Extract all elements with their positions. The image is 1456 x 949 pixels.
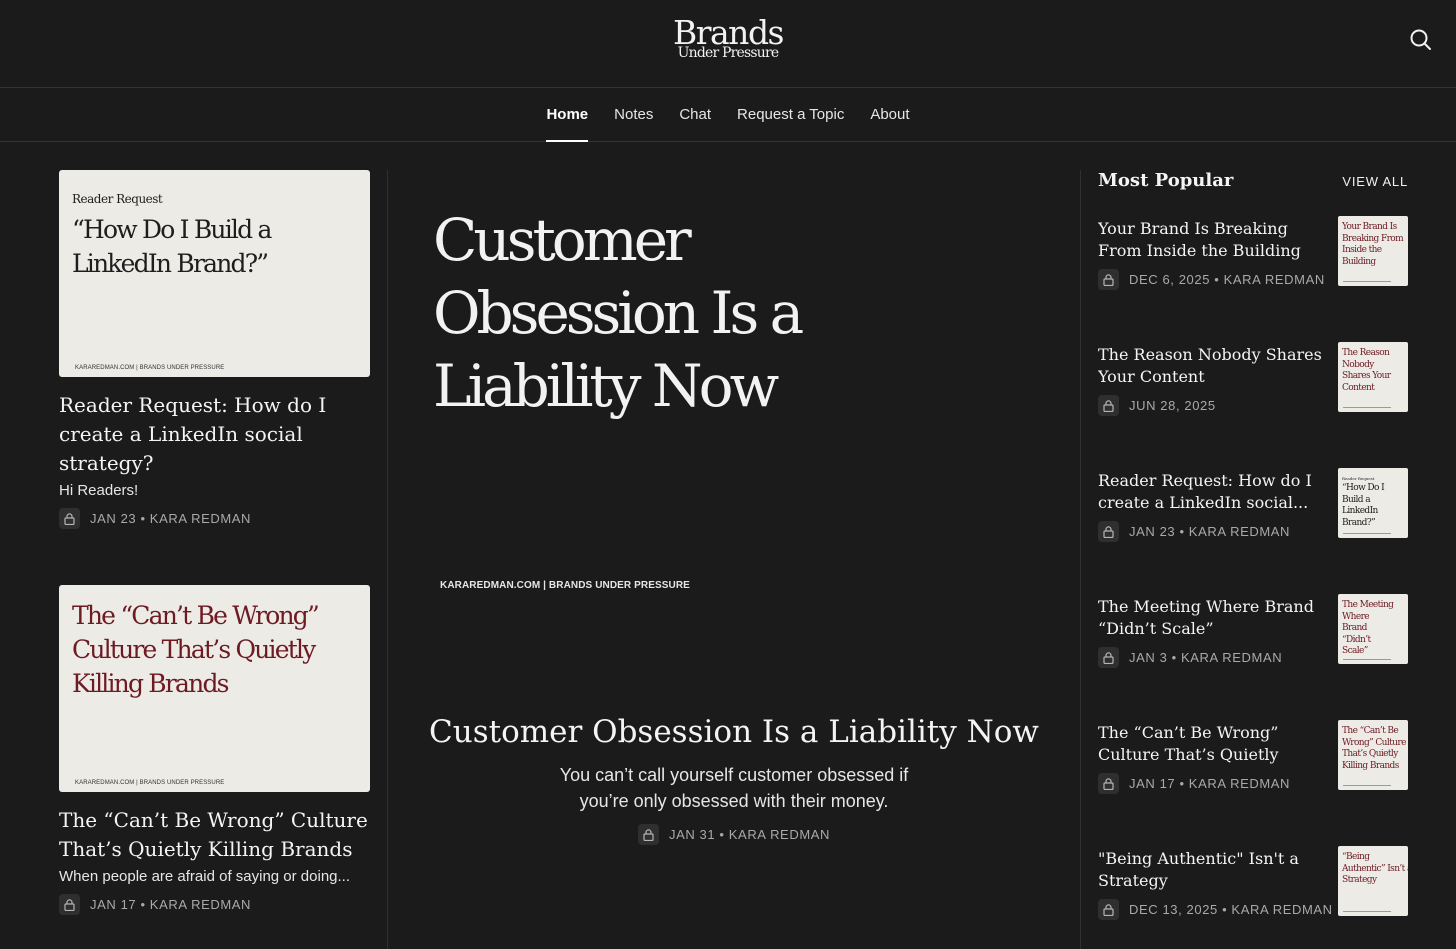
- popular-item-thumbnail: The Reason Nobody Shares Your Content: [1338, 342, 1408, 412]
- thumbnail-title: “How Do I Build a LinkedIn Brand?”: [72, 215, 272, 278]
- popular-item-title: The “Can’t Be Wrong” Culture That’s Quie…: [1098, 723, 1279, 764]
- featured-image-title[interactable]: Customer Obsession Is a Liability Now: [433, 204, 853, 423]
- featured-meta: JAN 31 • KARA REDMAN: [388, 824, 1080, 845]
- featured-post: Customer Obsession Is a Liability Now KA…: [388, 170, 1080, 949]
- main-nav: Home Notes Chat Request a Topic About: [0, 89, 1456, 142]
- nav-home[interactable]: Home: [533, 89, 601, 142]
- thumbnail-footer-line: [1343, 407, 1391, 408]
- popular-item-thumbnail: Reader Request “How Do I Build a LinkedI…: [1338, 468, 1408, 538]
- left-post-column: Reader Request “How Do I Build a LinkedI…: [59, 170, 370, 915]
- most-popular-heading: Most Popular: [1098, 170, 1234, 191]
- view-all-link[interactable]: VIEW ALL: [1342, 174, 1408, 189]
- post-meta-text: JAN 17 • KARA REDMAN: [90, 897, 252, 912]
- thumbnail-title: The “Can’t Be Wrong” Culture That’s Quie…: [1342, 726, 1406, 771]
- popular-item-meta: JAN 17 • KARA REDMAN: [1098, 773, 1290, 794]
- thumbnail-footer: KARAREDMAN.COM | BRANDS UNDER PRESSURE: [75, 780, 225, 786]
- popular-item[interactable]: "Being Authentic" Isn't a Strategy DEC 1…: [1098, 846, 1408, 920]
- site-logo[interactable]: Brands Under Pressure: [0, 16, 1456, 61]
- popular-item-meta: DEC 13, 2025 • KARA REDMAN: [1098, 899, 1333, 920]
- thumbnail-footer-line: [1343, 911, 1391, 912]
- thumbnail-kicker: Reader Request: [72, 192, 163, 206]
- post-subtitle: Hi Readers!: [59, 482, 139, 499]
- post-card: Reader Request “How Do I Build a LinkedI…: [59, 170, 370, 529]
- popular-item-meta-text: JAN 3 • KARA REDMAN: [1129, 650, 1283, 665]
- popular-item-thumbnail: “Being Authentic” Isn’t a Strategy: [1338, 846, 1408, 916]
- thumbnail-title: “How Do I Build a LinkedIn Brand?”: [1342, 483, 1385, 528]
- nav-about[interactable]: About: [857, 89, 922, 142]
- thumbnail-title: “Being Authentic” Isn’t a Strategy: [1342, 852, 1408, 885]
- thumbnail-footer: KARAREDMAN.COM | BRANDS UNDER PRESSURE: [75, 365, 225, 371]
- most-popular-section: Most Popular VIEW ALL Your Brand Is Brea…: [1098, 170, 1408, 920]
- thumbnail-title: Your Brand Is Breaking From Inside the B…: [1342, 222, 1404, 267]
- search-button[interactable]: [1408, 27, 1434, 53]
- post-thumbnail[interactable]: Reader Request “How Do I Build a LinkedI…: [59, 170, 370, 377]
- popular-item-thumbnail: The “Can’t Be Wrong” Culture That’s Quie…: [1338, 720, 1408, 790]
- featured-image-footer: KARAREDMAN.COM | BRANDS UNDER PRESSURE: [440, 580, 690, 591]
- post-subtitle: When people are afraid of saying or doin…: [59, 868, 351, 885]
- popular-item[interactable]: Reader Request: How do I create a Linked…: [1098, 468, 1408, 542]
- post-thumbnail[interactable]: The “Can’t Be Wrong” Culture That’s Quie…: [59, 585, 370, 792]
- thumbnail-footer-line: [1343, 659, 1391, 660]
- nav-notes[interactable]: Notes: [601, 89, 666, 142]
- popular-item[interactable]: The “Can’t Be Wrong” Culture That’s Quie…: [1098, 720, 1408, 794]
- popular-item-meta: JUN 28, 2025: [1098, 395, 1216, 416]
- popular-item-meta: JAN 3 • KARA REDMAN: [1098, 647, 1282, 668]
- popular-item-title: Reader Request: How do I create a Linked…: [1098, 471, 1312, 512]
- thumbnail-footer-line: [1343, 533, 1391, 534]
- popular-item-meta: JAN 23 • KARA REDMAN: [1098, 521, 1290, 542]
- popular-item-title: "Being Authentic" Isn't a Strategy: [1098, 849, 1299, 890]
- lock-icon: [637, 824, 659, 845]
- popular-item-meta: DEC 6, 2025 • KARA REDMAN: [1098, 269, 1325, 290]
- post-meta: JAN 23 • KARA REDMAN: [59, 508, 370, 529]
- thumbnail-title: The “Can’t Be Wrong” Culture That’s Quie…: [72, 601, 320, 698]
- lock-icon: [1098, 773, 1119, 794]
- post-meta: JAN 17 • KARA REDMAN: [59, 894, 370, 915]
- lock-icon: [1098, 521, 1119, 542]
- site-header: Brands Under Pressure: [0, 0, 1456, 88]
- featured-meta-text: JAN 31 • KARA REDMAN: [668, 827, 831, 842]
- featured-title[interactable]: Customer Obsession Is a Liability Now: [388, 710, 1080, 754]
- lock-icon: [1098, 269, 1119, 290]
- nav-request-a-topic[interactable]: Request a Topic: [724, 89, 857, 142]
- lock-icon: [59, 508, 80, 529]
- popular-item-thumbnail: Your Brand Is Breaking From Inside the B…: [1338, 216, 1408, 286]
- popular-item-meta-text: DEC 13, 2025 • KARA REDMAN: [1129, 902, 1333, 917]
- logo-sub-text: Under Pressure: [677, 45, 780, 61]
- popular-item-title: The Meeting Where Brand “Didn’t Scale”: [1098, 597, 1314, 638]
- lock-icon: [59, 894, 80, 915]
- popular-item-meta-text: JAN 17 • KARA REDMAN: [1129, 776, 1291, 791]
- popular-item-meta-text: JAN 23 • KARA REDMAN: [1129, 524, 1291, 539]
- popular-item-meta-text: JUN 28, 2025: [1129, 398, 1216, 413]
- post-meta-text: JAN 23 • KARA REDMAN: [90, 511, 252, 526]
- column-divider-right: [1080, 170, 1081, 949]
- search-icon: [1410, 29, 1431, 50]
- thumbnail-footer-line: [1343, 281, 1391, 282]
- nav-chat[interactable]: Chat: [666, 89, 724, 142]
- featured-subtitle: You can’t call yourself customer obsesse…: [559, 765, 909, 811]
- popular-item-thumbnail: The Meeting Where Brand “Didn’t Scale”: [1338, 594, 1408, 664]
- thumbnail-footer-line: [1343, 785, 1391, 786]
- thumbnail-title: The Reason Nobody Shares Your Content: [1342, 348, 1391, 393]
- popular-item-title: Your Brand Is Breaking From Inside the B…: [1098, 219, 1301, 260]
- most-popular-header: Most Popular VIEW ALL: [1098, 170, 1408, 196]
- popular-item[interactable]: The Reason Nobody Shares Your Content JU…: [1098, 342, 1408, 416]
- popular-item[interactable]: The Meeting Where Brand “Didn’t Scale” J…: [1098, 594, 1408, 668]
- post-title[interactable]: The “Can’t Be Wrong” Culture That’s Quie…: [59, 806, 370, 864]
- thumbnail-title: The Meeting Where Brand “Didn’t Scale”: [1342, 600, 1394, 656]
- lock-icon: [1098, 647, 1119, 668]
- thumbnail-kicker: Reader Request: [1342, 476, 1375, 481]
- popular-item[interactable]: Your Brand Is Breaking From Inside the B…: [1098, 216, 1408, 290]
- lock-icon: [1098, 395, 1119, 416]
- popular-item-title: The Reason Nobody Shares Your Content: [1098, 345, 1322, 386]
- post-card: The “Can’t Be Wrong” Culture That’s Quie…: [59, 585, 370, 915]
- lock-icon: [1098, 899, 1119, 920]
- popular-item-meta-text: DEC 6, 2025 • KARA REDMAN: [1129, 272, 1325, 287]
- post-title[interactable]: Reader Request: How do I create a Linked…: [59, 391, 370, 478]
